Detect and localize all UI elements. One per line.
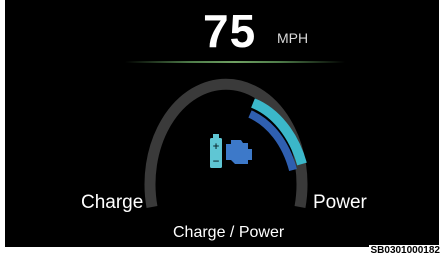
charge-power-mode-label: Charge / Power [173, 224, 285, 241]
power-label: Power [313, 192, 367, 213]
battery-icon-cap [213, 134, 219, 139]
instrument-cluster-screen: 75 MPH + − Charge Power Charge / Power [5, 0, 439, 247]
charge-label: Charge [81, 192, 144, 213]
engine-icon [226, 140, 252, 164]
charge-power-gauge: + − [144, 78, 308, 208]
battery-plus-glyph: + [212, 142, 220, 152]
battery-engine-icon: + − [210, 134, 252, 168]
battery-minus-glyph: − [212, 157, 220, 167]
reference-code: SB0301000182 [369, 245, 441, 257]
